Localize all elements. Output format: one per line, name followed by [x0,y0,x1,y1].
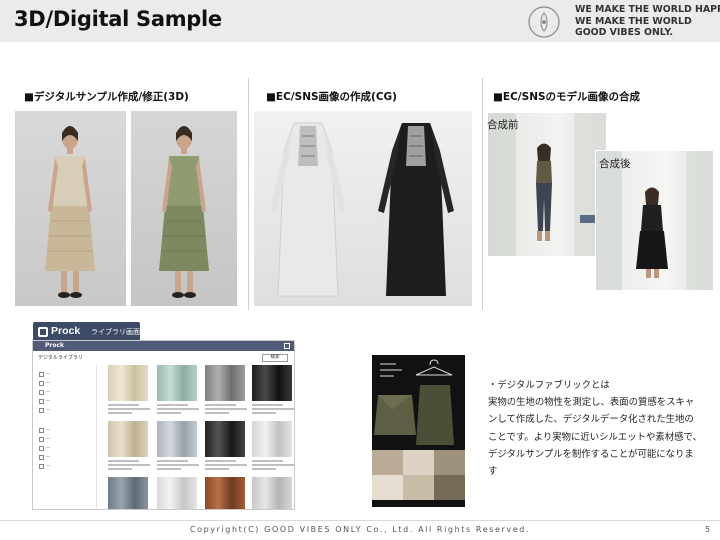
filter-item: — [39,371,50,377]
library-brand: Prock [51,325,81,337]
window-button-icon [284,343,290,349]
description-line: ことです。より実物に近いシルエットや素材感で、 [488,431,702,443]
digital-fabric-description: ・デジタルファブリックとは 実物の生地の物性を測定し、表面の質感をスキャ ンして… [488,377,710,480]
page-title: 3D/Digital Sample [14,7,222,31]
tagline-line: WE MAKE THE WORLD [575,15,692,27]
library-window-bar: Prock [33,341,294,351]
library-filter-sidebar: — — — — — — — — — — [37,365,97,509]
fabric-swatch [108,477,148,509]
page-number: 5 [705,525,711,534]
fabric-swatch [252,365,292,401]
composite-before-label: 合成前 [487,119,519,131]
fabric-swatch [157,421,197,457]
description-line: ・デジタルファブリックとは [488,380,610,391]
fabric-swatch [205,477,245,509]
composite-after-label: 合成後 [599,158,631,170]
fabric-swatch [205,421,245,457]
library-heading: デジタルライブラリ [38,355,83,361]
fabric-swatch [252,421,292,457]
fabric-swatch [108,421,148,457]
fabric-meta [252,460,294,474]
fabric-swatch [205,365,245,401]
prock-logo-icon [38,327,48,337]
fabric-swatch [108,365,148,401]
description-line: す [488,466,498,478]
description-line: 実物の生地の物性を測定し、表面の質感をスキャ [488,397,695,409]
library-tab-label: ライブラリ画面 [91,328,140,336]
composite-after-image [595,150,714,291]
filter-item: — [39,454,50,460]
tagline-line: GOOD VIBES ONLY. [575,27,674,38]
filter-item: — [39,445,50,451]
fabric-swatch [157,477,197,509]
filter-item: — [39,389,50,395]
composite-before-image [488,113,606,256]
fabric-meta [252,404,294,418]
filter-item: — [39,407,50,413]
avatar-image-green-dress [131,111,237,306]
filter-item: — [39,436,50,442]
tagline-line: WE MAKE THE WORLD HAPPY. [575,4,720,15]
fabric-swatch [157,365,197,401]
library-screenshot: Prock デジタルライブラリ 検索 — — — — — — — — — — [32,340,295,510]
digital-fabric-board-image [372,355,465,507]
header-bar: 3D/Digital Sample WE MAKE THE WORLD HAPP… [0,0,720,42]
description-line: デジタルサンプルを制作することが可能になりま [488,448,694,460]
fabric-swatch [252,477,292,509]
section-label-digital-sample: ■デジタルサンプル作成/修正(3D) [24,91,189,103]
filter-item: — [39,380,50,386]
description-line: ンして作成した、デジタルデータ化された生地の [488,414,694,426]
filter-item: — [39,427,50,433]
section-label-model-composite: ■EC/SNSのモデル画像の合成 [493,91,641,103]
cg-dress-image [254,111,472,306]
library-search-button: 検索 [262,354,288,362]
library-window-title: Prock [45,342,65,349]
section-label-cg-image: ■EC/SNS画像の作成(CG) [266,91,397,103]
fabric-meta [157,460,201,474]
library-tab-badge: Prock ライブラリ画面 [33,322,140,342]
section-divider [482,78,483,310]
good-vibes-only-logo [528,6,560,38]
avatar-image-beige-dress [15,111,126,306]
copyright-text: Copyright(C) GOOD VIBES ONLY Co., Ltd. A… [189,525,531,534]
fabric-meta [108,404,152,418]
filter-item: — [39,398,50,404]
tagline: WE MAKE THE WORLD HAPPY. WE MAKE THE WOR… [575,4,720,39]
fabric-meta [157,404,201,418]
fabric-meta [205,460,249,474]
filter-item: — [39,463,50,469]
section-divider [248,78,249,310]
footer-divider [0,520,720,521]
fabric-meta [108,460,152,474]
fabric-meta [205,404,249,418]
